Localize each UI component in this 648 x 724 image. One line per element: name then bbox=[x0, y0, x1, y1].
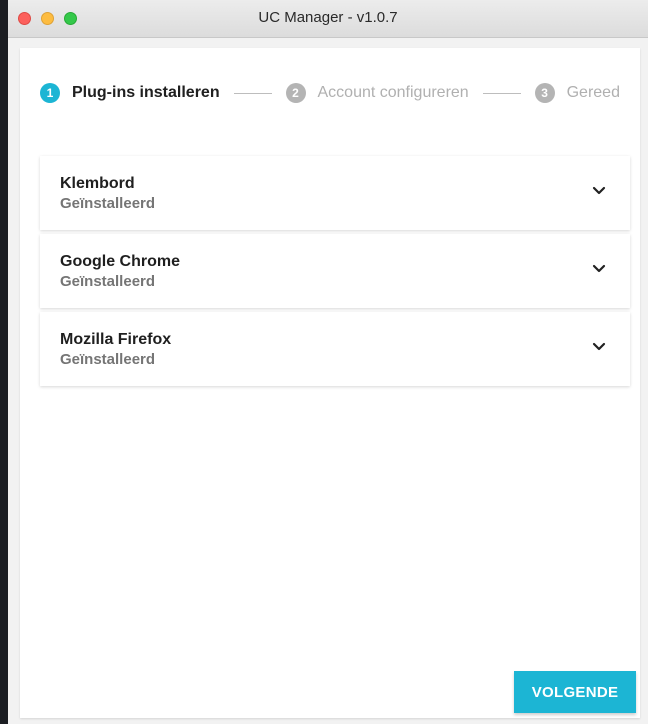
chevron-down-icon[interactable] bbox=[588, 339, 610, 355]
plugin-item-mozilla-firefox[interactable]: Mozilla Firefox Geïnstalleerd bbox=[40, 312, 630, 386]
step-connector bbox=[482, 92, 521, 94]
plugin-name: Google Chrome bbox=[60, 253, 181, 270]
plugin-list: Klembord Geïnstalleerd Google Chrome Geï… bbox=[40, 156, 630, 390]
step-1-label: Plug-ins installeren bbox=[72, 84, 220, 101]
step-1: 1 Plug-ins installeren bbox=[40, 83, 220, 103]
next-button[interactable]: VOLGENDE bbox=[514, 671, 636, 713]
plugin-name: Mozilla Firefox bbox=[60, 331, 172, 348]
step-3-label: Gereed bbox=[566, 84, 620, 101]
plugin-status: Geïnstalleerd bbox=[60, 351, 156, 368]
plugin-status: Geïnstalleerd bbox=[60, 273, 156, 290]
app-window: UC Manager - v1.0.7 1 Plug-ins installer… bbox=[8, 0, 648, 724]
step-1-number: 1 bbox=[40, 83, 60, 103]
window-title: UC Manager - v1.0.7 bbox=[258, 9, 398, 26]
main-panel: 1 Plug-ins installeren 2 Account configu… bbox=[20, 48, 640, 718]
chevron-down-icon[interactable] bbox=[588, 183, 610, 199]
title-bar: UC Manager - v1.0.7 bbox=[8, 0, 648, 38]
step-connector bbox=[233, 92, 272, 94]
step-2-number: 2 bbox=[285, 83, 306, 103]
step-3-number: 3 bbox=[534, 83, 555, 103]
plugin-name: Klembord bbox=[60, 175, 135, 192]
plugin-status: Geïnstalleerd bbox=[60, 195, 156, 212]
step-2: 2 Account configureren bbox=[285, 83, 469, 103]
step-2-label: Account configureren bbox=[317, 84, 469, 101]
step-3: 3 Gereed bbox=[534, 83, 620, 103]
plugin-item-klembord[interactable]: Klembord Geïnstalleerd bbox=[40, 156, 630, 230]
stepper: 1 Plug-ins installeren 2 Account configu… bbox=[40, 82, 620, 104]
chevron-down-icon[interactable] bbox=[588, 261, 610, 277]
plugin-item-google-chrome[interactable]: Google Chrome Geïnstalleerd bbox=[40, 234, 630, 308]
